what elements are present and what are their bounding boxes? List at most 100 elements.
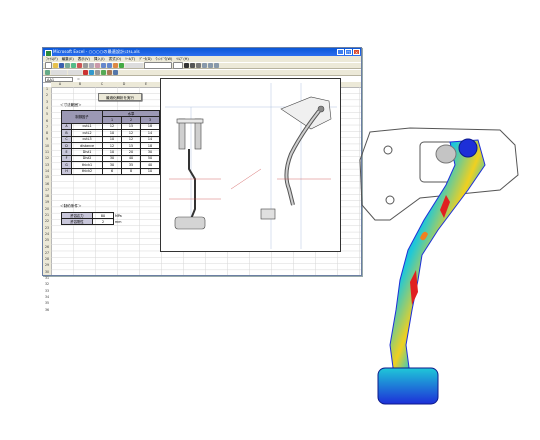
row-header[interactable]: 6 xyxy=(43,119,51,123)
align-right-icon[interactable] xyxy=(214,63,219,68)
row-header[interactable]: 22 xyxy=(43,219,51,223)
style-dropdown[interactable] xyxy=(68,70,82,75)
menu-file[interactable]: ﾌｧｲﾙ(F) xyxy=(46,57,58,62)
row-header[interactable]: 24 xyxy=(43,232,51,236)
row-header[interactable]: 4 xyxy=(43,106,51,110)
menu-edit[interactable]: 編集(E) xyxy=(62,57,74,62)
row-header[interactable]: 3 xyxy=(43,100,51,104)
row-header[interactable]: 1 xyxy=(43,87,51,91)
row-header[interactable]: 13 xyxy=(43,163,51,167)
dims-table: 制御因子 水準 1 2 3 A cutL1 12 15 18 B cutL2 1… xyxy=(60,109,160,175)
clipart-icon[interactable] xyxy=(113,70,118,75)
chart-icon[interactable] xyxy=(119,63,124,68)
row-header[interactable]: 28 xyxy=(43,257,51,261)
maximize-button[interactable]: □ xyxy=(345,49,352,55)
undo-icon[interactable] xyxy=(101,63,106,68)
menu-data[interactable]: ﾃﾞｰﾀ(D) xyxy=(139,57,151,62)
bold-icon[interactable] xyxy=(184,63,189,68)
row-header[interactable]: 26 xyxy=(43,245,51,249)
print-icon[interactable] xyxy=(65,63,70,68)
row-header[interactable]: 2 xyxy=(43,93,51,97)
row-header[interactable]: 10 xyxy=(43,144,51,148)
row-header[interactable]: 27 xyxy=(43,251,51,255)
name-box[interactable]: AA1 xyxy=(45,76,73,82)
row-header[interactable]: 25 xyxy=(43,238,51,242)
open-folder-icon[interactable] xyxy=(53,63,58,68)
zoom-dropdown[interactable] xyxy=(125,63,143,68)
limit-label[interactable]: 許容剛性 xyxy=(61,218,93,225)
row-header[interactable]: 16 xyxy=(43,182,51,186)
row-header[interactable]: 31 xyxy=(43,276,51,280)
fill-color-icon[interactable] xyxy=(83,70,88,75)
row-header[interactable]: 11 xyxy=(43,150,51,154)
arrow-icon[interactable] xyxy=(95,70,100,75)
title-bar: Microsoft Excel - ○○○○の最適設計ｼｽﾃﾑ.xls _ □ … xyxy=(43,48,361,57)
factor-name[interactable]: thick2 xyxy=(71,167,103,175)
row-header[interactable]: 7 xyxy=(43,125,51,129)
new-file-icon[interactable] xyxy=(45,62,52,69)
level-value[interactable]: 8 xyxy=(121,167,141,175)
limits-section-title: ＜制約条件＞ xyxy=(60,204,82,208)
row-header[interactable]: 34 xyxy=(43,295,51,299)
spellcheck-icon[interactable] xyxy=(77,63,82,68)
factor-label[interactable]: H xyxy=(60,167,73,175)
align-center-icon[interactable] xyxy=(208,63,213,68)
row-header[interactable]: 21 xyxy=(43,213,51,217)
window-title: Microsoft Excel - ○○○○の最適設計ｼｽﾃﾑ.xls xyxy=(53,49,140,54)
pedal-drawing xyxy=(165,83,337,249)
row-header[interactable]: 36 xyxy=(43,308,51,312)
menu-format[interactable]: 書式(O) xyxy=(109,57,122,62)
limit-value[interactable]: 2 xyxy=(92,218,114,225)
row-header[interactable]: 30 xyxy=(43,270,51,274)
line-color-icon[interactable] xyxy=(89,70,94,75)
menu-help[interactable]: ﾍﾙﾌﾟ(H) xyxy=(176,57,188,62)
font-dropdown[interactable] xyxy=(144,62,172,69)
row-header[interactable]: 9 xyxy=(43,137,51,141)
menu-tools[interactable]: ﾂｰﾙ(T) xyxy=(125,57,135,62)
row-header[interactable]: 33 xyxy=(43,289,51,293)
dims-header-main: 制御因子 xyxy=(61,110,103,124)
fea-stress-plot xyxy=(359,127,519,405)
run-optimization-button[interactable]: 最適化解析を実行 xyxy=(98,93,142,101)
draw-icon[interactable] xyxy=(45,70,50,75)
sum-icon[interactable] xyxy=(113,63,118,68)
pedal-arm xyxy=(389,139,486,376)
limit-unit: mm xyxy=(115,219,122,224)
row-header[interactable]: 23 xyxy=(43,226,51,230)
shape-dropdown[interactable] xyxy=(51,70,67,75)
minimize-button[interactable]: _ xyxy=(337,49,344,55)
menu-insert[interactable]: 挿入(I) xyxy=(94,57,105,62)
preview-icon[interactable] xyxy=(71,63,76,68)
copy-icon[interactable] xyxy=(89,63,94,68)
row-header[interactable]: 15 xyxy=(43,175,51,179)
close-button[interactable]: × xyxy=(353,49,360,55)
cut-icon[interactable] xyxy=(83,63,88,68)
save-icon[interactable] xyxy=(59,63,64,68)
row-header[interactable]: 5 xyxy=(43,112,51,116)
cad-drawing-panel xyxy=(160,78,341,252)
level-value[interactable]: 10 xyxy=(140,167,160,175)
row-header[interactable]: 20 xyxy=(43,207,51,211)
align-left-icon[interactable] xyxy=(202,63,207,68)
row-header[interactable]: 18 xyxy=(43,194,51,198)
font-size-dropdown[interactable] xyxy=(173,62,183,69)
menu-view[interactable]: 表示(V) xyxy=(78,57,90,62)
textbox-icon[interactable] xyxy=(101,70,106,75)
row-header[interactable]: 17 xyxy=(43,188,51,192)
row-header[interactable]: 19 xyxy=(43,200,51,204)
row-header[interactable]: 12 xyxy=(43,156,51,160)
wordart-icon[interactable] xyxy=(107,70,112,75)
row-header[interactable]: 14 xyxy=(43,169,51,173)
row-header[interactable]: 29 xyxy=(43,263,51,267)
paste-icon[interactable] xyxy=(95,63,100,68)
pedal-pad xyxy=(377,367,439,405)
row-header[interactable]: 32 xyxy=(43,282,51,286)
row-header[interactable]: 8 xyxy=(43,131,51,135)
row-header[interactable]: 35 xyxy=(43,301,51,305)
underline-icon[interactable] xyxy=(196,63,201,68)
level-value[interactable]: 6 xyxy=(102,167,122,175)
fx-label: = xyxy=(77,77,80,81)
italic-icon[interactable] xyxy=(190,63,195,68)
redo-icon[interactable] xyxy=(107,63,112,68)
menu-window[interactable]: ｳｨﾝﾄﾞｳ(W) xyxy=(156,57,173,62)
